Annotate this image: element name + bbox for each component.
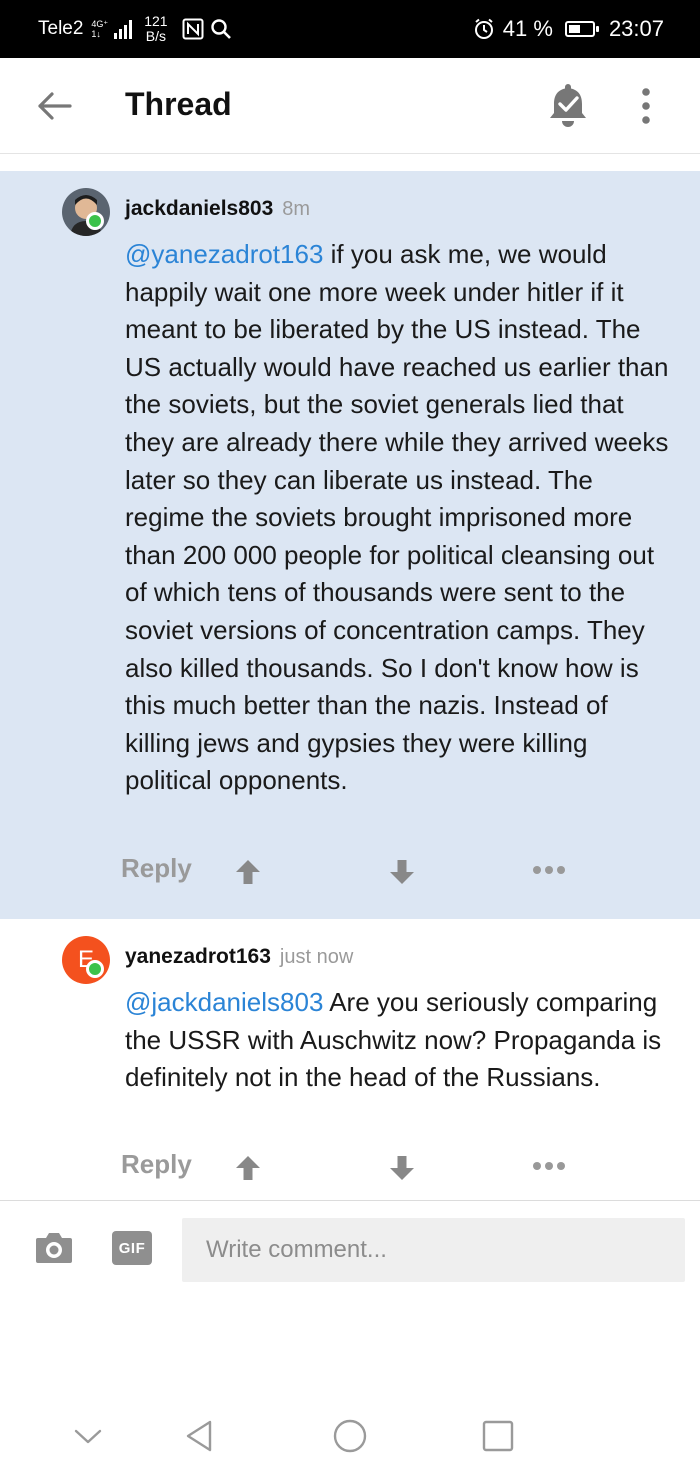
alarm-icon (474, 18, 493, 39)
comment-header: jackdaniels803 8m (125, 197, 310, 221)
reply-button[interactable]: Reply (121, 853, 192, 884)
more-vertical-icon[interactable] (632, 86, 660, 126)
clock: 23:07 (608, 16, 664, 41)
online-indicator (86, 960, 104, 978)
more-horizontal-icon[interactable] (531, 1159, 567, 1173)
author-name[interactable]: yanezadrot163 (125, 945, 271, 969)
comment-actions: Reply (121, 1149, 581, 1189)
mention-link[interactable]: @jackdaniels803 (125, 987, 323, 1017)
more-horizontal-icon[interactable] (531, 863, 567, 877)
comment-bar: GIF (0, 1200, 700, 1300)
comment-time: 8m (282, 198, 311, 220)
nav-back-icon[interactable] (182, 1418, 218, 1454)
nav-home-icon[interactable] (332, 1418, 368, 1454)
network-type: 4G⁺ 1↓ (91, 19, 109, 39)
app-bar: Thread (0, 58, 700, 154)
carrier-label: Tele2 (38, 18, 84, 39)
status-right: 41 % 23:07 (473, 0, 664, 58)
battery-icon (564, 21, 599, 37)
upvote-arrow-icon[interactable] (233, 1153, 263, 1183)
nav-recents-icon[interactable] (480, 1418, 516, 1454)
nfc-icon (182, 18, 204, 40)
camera-icon[interactable] (34, 1228, 74, 1266)
author-name[interactable]: jackdaniels803 (125, 197, 273, 221)
comment-text: if you ask me, we would happily wait one… (125, 239, 669, 796)
network-speed: 121 B/s (144, 13, 168, 44)
bell-check-icon[interactable] (546, 82, 590, 128)
online-indicator (86, 212, 104, 230)
downvote-arrow-icon[interactable] (387, 1153, 417, 1183)
back-arrow-icon[interactable] (34, 86, 74, 126)
battery-percent: 41 % (502, 16, 553, 41)
signal-icon (114, 19, 133, 39)
chevron-down-icon[interactable] (70, 1418, 106, 1454)
avatar[interactable] (62, 188, 110, 236)
comment-input[interactable] (182, 1218, 685, 1282)
comment-item: jackdaniels803 8m @yanezadrot163 if you … (0, 171, 700, 919)
system-nav-bar (0, 1400, 700, 1478)
reply-button[interactable]: Reply (121, 1149, 192, 1180)
comment-item: E yanezadrot163 just now @jackdaniels803… (0, 919, 700, 1200)
avatar-letter: E (62, 936, 110, 984)
comment-header: yanezadrot163 just now (125, 945, 353, 969)
upvote-arrow-icon[interactable] (233, 857, 263, 887)
user-photo-icon (62, 188, 110, 236)
status-bar: Tele2 4G⁺ 1↓ 121 B/s 41 % 23:07 (0, 0, 700, 58)
gif-button[interactable]: GIF (112, 1231, 152, 1265)
comment-body: @jackdaniels803 Are you seriously compar… (125, 984, 670, 1097)
downvote-arrow-icon[interactable] (387, 857, 417, 887)
page-title: Thread (125, 86, 232, 122)
mention-link[interactable]: @yanezadrot163 (125, 239, 323, 269)
search-icon (210, 19, 231, 39)
comment-time: just now (279, 946, 354, 968)
comment-actions: Reply (121, 853, 581, 893)
comment-body: @yanezadrot163 if you ask me, we would h… (125, 236, 670, 800)
avatar[interactable]: E (62, 936, 110, 984)
status-left: Tele2 4G⁺ 1↓ 121 B/s (38, 0, 232, 58)
